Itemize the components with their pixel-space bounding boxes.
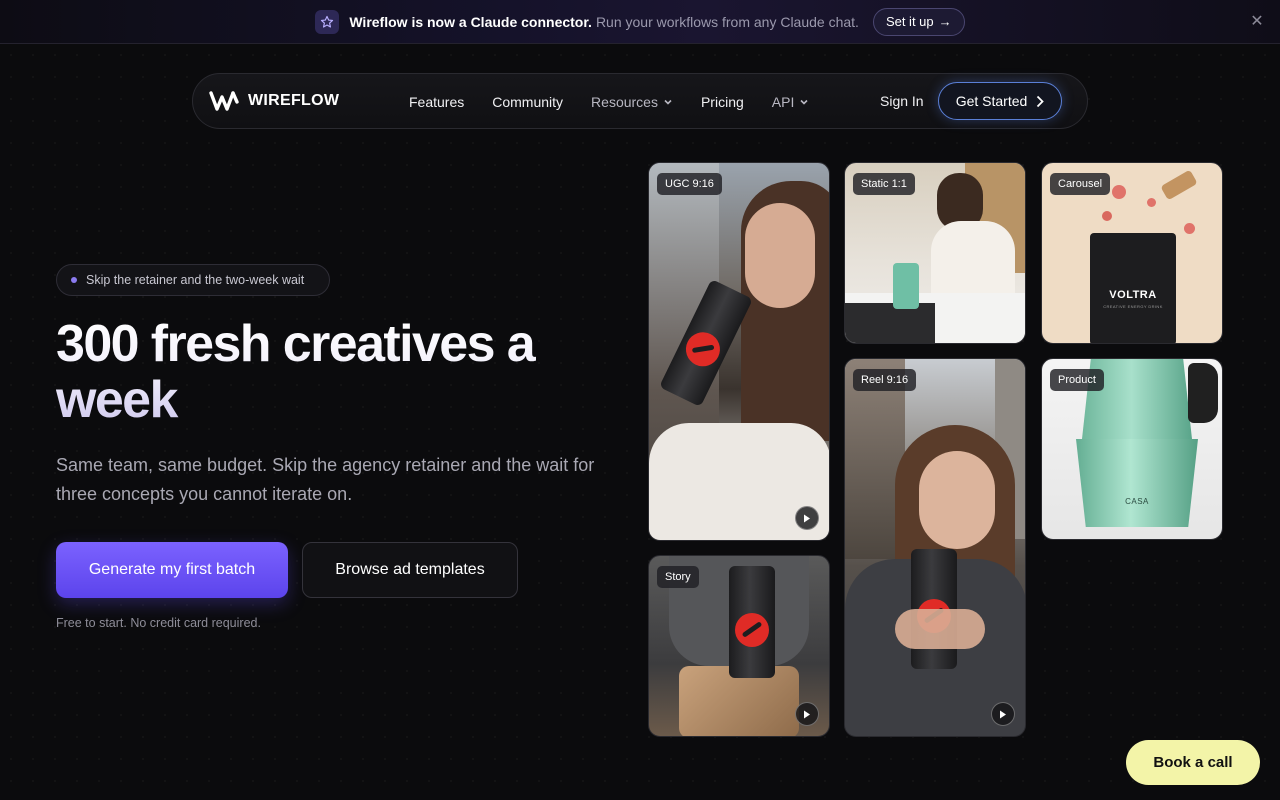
- carousel-dot-1: [1112, 185, 1126, 199]
- reel-face: [919, 451, 995, 549]
- chevron-down-icon: [800, 99, 808, 105]
- brand-wordmark: WIREFLOW: [248, 92, 340, 109]
- main-nav: WIREFLOW Features Community Resources Pr…: [192, 73, 1088, 129]
- carousel-bag-brand: VOLTRA: [1109, 289, 1157, 301]
- carousel-card[interactable]: VOLTRA CREATIVE ENERGY DRINK Carousel: [1041, 162, 1223, 344]
- hero-pill-text: Skip the retainer and the two-week wait: [86, 273, 305, 287]
- chevron-down-icon: [664, 99, 672, 105]
- wireflow-logo-icon: [209, 91, 239, 111]
- tag-story: Story: [657, 566, 699, 588]
- static-card[interactable]: Static 1:1: [844, 162, 1026, 344]
- nav-link-resources-label: Resources: [591, 94, 658, 110]
- hero-pill: Skip the retainer and the two-week wait: [56, 264, 330, 296]
- nav-link-pricing[interactable]: Pricing: [701, 94, 744, 110]
- tag-reel: Reel 9:16: [853, 369, 917, 391]
- product-card[interactable]: CASA Product: [1041, 358, 1223, 540]
- carousel-dot-3: [1184, 223, 1195, 234]
- announcement-title: Wireflow is now a Claude connector.: [349, 13, 592, 30]
- arrow-right-icon: →: [938, 14, 952, 29]
- product-kettle-handle: [1188, 363, 1218, 423]
- product-kettle-brand: CASA: [1125, 497, 1149, 506]
- nav-link-community[interactable]: Community: [492, 94, 563, 110]
- hero-subtitle: Same team, same budget. Skip the agency …: [56, 455, 595, 504]
- carousel-scoop: [1160, 169, 1198, 201]
- brand-logo[interactable]: WIREFLOW: [209, 90, 339, 112]
- announcement-bar: Wireflow is now a Claude connector. Run …: [0, 0, 1280, 44]
- pill-dot: [71, 277, 77, 283]
- tag-ugc: UGC 9:16: [657, 173, 722, 195]
- nav-link-api-label: API: [771, 94, 795, 110]
- nav-link-resources[interactable]: Resources: [591, 94, 673, 110]
- tag-product: Product: [1050, 369, 1104, 391]
- tag-carousel: Carousel: [1050, 173, 1111, 195]
- fine-print: Free to start. No credit card required.: [56, 616, 261, 630]
- tag-static: Static 1:1: [853, 173, 915, 195]
- nav-link-api[interactable]: API: [772, 94, 810, 110]
- announcement-text: Run your workflows from any Claude chat.: [595, 13, 859, 30]
- hero-headline: 300 fresh creatives a week: [56, 316, 616, 428]
- static-stove: [845, 303, 935, 343]
- reel-hand: [895, 609, 985, 649]
- ugc-face: [745, 203, 815, 308]
- play-icon[interactable]: [991, 702, 1015, 726]
- reel-card[interactable]: Reel 9:16: [844, 358, 1026, 737]
- book-call-button[interactable]: Book a call: [1126, 740, 1260, 785]
- browse-templates-button[interactable]: Browse ad templates: [302, 542, 518, 598]
- set-it-up-label: Set it up: [885, 14, 934, 29]
- carousel-bag: VOLTRA CREATIVE ENERGY DRINK: [1090, 233, 1176, 343]
- sign-in-link[interactable]: Sign In: [880, 93, 924, 109]
- static-kettle: [893, 263, 919, 309]
- chevron-right-icon: [1037, 95, 1045, 107]
- play-icon[interactable]: [795, 506, 819, 530]
- set-it-up-button[interactable]: Set it up →: [872, 7, 965, 36]
- play-icon[interactable]: [795, 702, 819, 726]
- nav-links: Features Community Resources Pricing API: [409, 74, 809, 130]
- nav-link-features[interactable]: Features: [409, 94, 464, 110]
- star-icon: [315, 9, 340, 34]
- generate-batch-button[interactable]: Generate my first batch: [56, 542, 288, 598]
- carousel-bag-sub: CREATIVE ENERGY DRINK: [1103, 304, 1163, 309]
- get-started-button[interactable]: Get Started: [938, 82, 1062, 120]
- product-kettle-body: CASA: [1076, 439, 1198, 527]
- carousel-dot-4: [1102, 211, 1112, 221]
- get-started-label: Get Started: [955, 93, 1028, 109]
- story-card[interactable]: Story: [648, 555, 830, 737]
- close-icon[interactable]: ✕: [1248, 13, 1266, 31]
- carousel-dot-2: [1147, 198, 1156, 207]
- ugc-card[interactable]: UGC 9:16: [648, 162, 830, 541]
- story-can: [729, 566, 775, 678]
